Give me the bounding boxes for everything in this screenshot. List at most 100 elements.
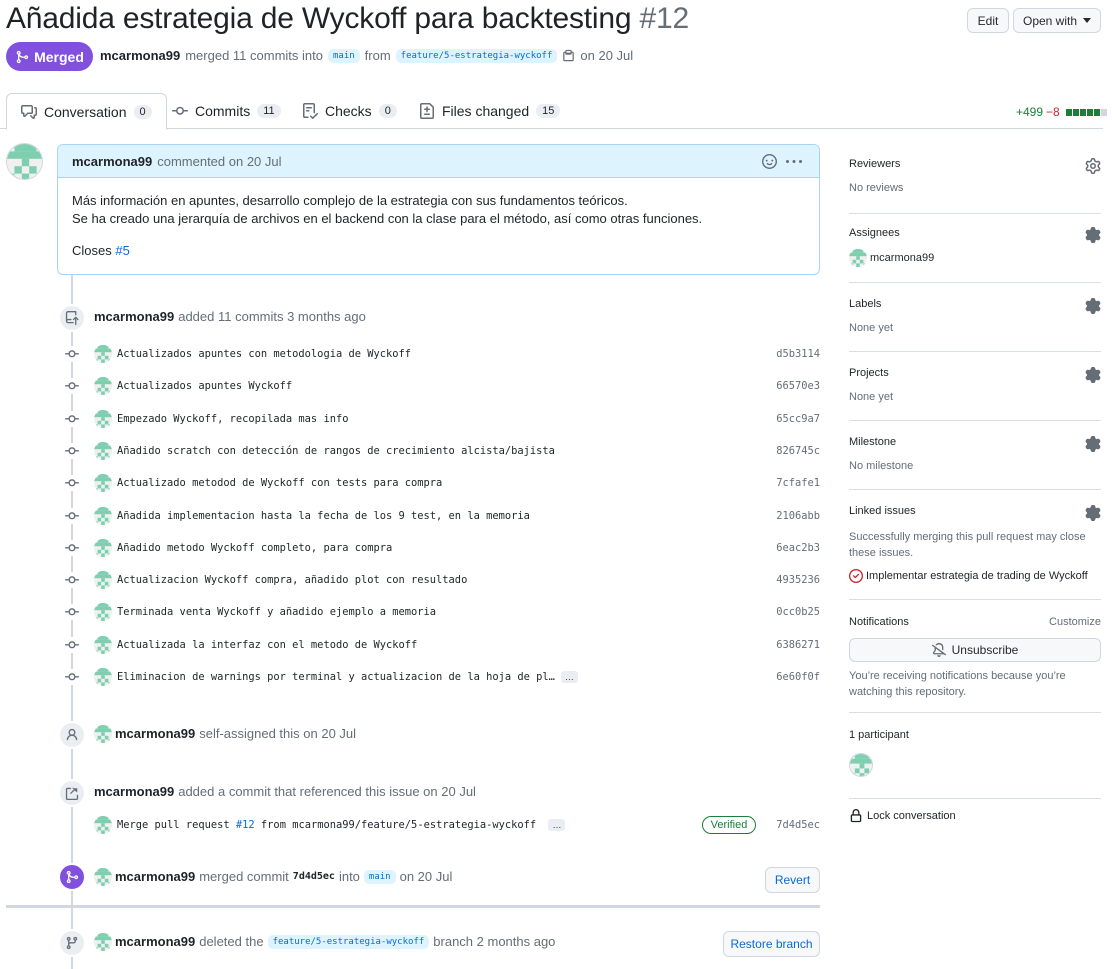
commit-sha[interactable]: 7d4d5ec	[776, 819, 820, 831]
commit-message[interactable]: Merge pull request #12 from mcarmona99/f…	[117, 819, 566, 831]
comment-meta[interactable]: commented on 20 Jul	[157, 154, 281, 169]
expand-commit-button[interactable]: …	[560, 671, 578, 683]
tab-commits[interactable]: Commits 11	[158, 93, 295, 129]
comment-author[interactable]: mcarmona99	[72, 154, 152, 169]
avatar[interactable]	[94, 868, 112, 886]
gear-icon[interactable]	[1085, 298, 1101, 314]
assignees-title[interactable]: Assignees	[849, 227, 900, 239]
milestone-value: No milestone	[849, 460, 914, 472]
event-author[interactable]: mcarmona99	[115, 869, 195, 884]
revert-button[interactable]: Revert	[765, 867, 820, 893]
cross-reference-icon	[58, 779, 86, 807]
linked-issue-item[interactable]: Implementar estrategia de trading de Wyc…	[849, 569, 1088, 583]
commit-message[interactable]: Añadido scratch con detección de rangos …	[117, 445, 555, 457]
comment-body: Más información en apuntes, desarrollo c…	[58, 178, 819, 274]
commit-message[interactable]: Actualizada la interfaz con el metodo de…	[117, 639, 417, 651]
avatar[interactable]	[94, 538, 112, 557]
commit-sha[interactable]: 7cfafe1	[776, 477, 820, 489]
open-with-button[interactable]: Open with	[1013, 8, 1101, 33]
avatar[interactable]	[94, 506, 112, 525]
base-branch-label[interactable]: main	[327, 48, 360, 63]
avatar[interactable]	[849, 753, 873, 777]
commit-message[interactable]: Añadido metodo Wyckoff completo, para co…	[117, 542, 392, 554]
avatar[interactable]	[94, 668, 112, 686]
smiley-icon[interactable]	[762, 154, 777, 169]
commit-message[interactable]: Terminada venta Wyckoff y añadido ejempl…	[117, 606, 436, 618]
pr-link[interactable]: #12	[236, 819, 255, 831]
commit-sha[interactable]: 826745c	[776, 445, 820, 457]
assignee[interactable]: mcarmona99	[849, 249, 934, 267]
gear-icon[interactable]	[1085, 227, 1101, 243]
commit-sha[interactable]: 6e60f0f	[776, 671, 820, 683]
closes-issue-link[interactable]: #5	[115, 243, 129, 258]
verified-badge[interactable]: Verified	[702, 816, 756, 834]
tab-checks[interactable]: Checks 0	[288, 93, 411, 129]
commit-sha[interactable]: 0cc0b25	[776, 606, 820, 618]
commit-sha[interactable]: 6eac2b3	[776, 542, 820, 554]
avatar[interactable]	[6, 143, 43, 180]
restore-branch-button[interactable]: Restore branch	[723, 931, 820, 957]
base-branch-label[interactable]: main	[363, 869, 396, 884]
sidebar-milestone: Milestone No milestone	[849, 436, 1101, 490]
commit-message[interactable]: Eliminacion de warnings por terminal y a…	[117, 671, 578, 683]
avatar[interactable]	[94, 725, 112, 743]
commit-sha[interactable]: 65cc9a7	[776, 413, 820, 425]
diffstat-block	[1093, 108, 1100, 116]
assignee-name: mcarmona99	[870, 252, 935, 264]
reviewers-title[interactable]: Reviewers	[849, 158, 900, 170]
expand-commit-button[interactable]: …	[548, 819, 566, 831]
kebab-horizontal-icon[interactable]	[786, 154, 802, 170]
avatar[interactable]	[94, 933, 112, 951]
avatar[interactable]	[94, 345, 112, 363]
edit-button[interactable]: Edit	[967, 8, 1009, 33]
commit-icon	[64, 410, 80, 427]
linked-issues-title[interactable]: Linked issues	[849, 505, 916, 517]
commit-message[interactable]: Empezado Wyckoff, recopilada mas info	[117, 413, 348, 425]
commit-message[interactable]: Actualizados apuntes con metodologia de …	[117, 348, 411, 360]
gear-icon[interactable]	[1085, 158, 1101, 174]
commit-sha[interactable]: d5b3114	[776, 348, 820, 360]
avatar[interactable]	[94, 816, 112, 834]
milestone-title[interactable]: Milestone	[849, 436, 896, 448]
labels-title[interactable]: Labels	[849, 298, 881, 310]
bell-slash-icon	[931, 643, 946, 657]
commit-sha[interactable]: 4935236	[776, 574, 820, 586]
event-author[interactable]: mcarmona99	[94, 784, 174, 799]
commit-message[interactable]: Actualizacion Wyckoff compra, añadido pl…	[117, 574, 467, 586]
gear-icon[interactable]	[1085, 505, 1101, 521]
avatar[interactable]	[94, 474, 112, 493]
avatar[interactable]	[94, 635, 112, 654]
gear-icon[interactable]	[1085, 367, 1101, 383]
deleted-branch-label[interactable]: feature/5-estrategia-wyckoff	[267, 934, 430, 949]
head-branch-label[interactable]: feature/5-estrategia-wyckoff	[395, 48, 558, 63]
avatar[interactable]	[94, 441, 112, 460]
commit-message[interactable]: Actualizado metodod de Wyckoff con tests…	[117, 477, 442, 489]
avatar[interactable]	[94, 409, 112, 428]
event-author[interactable]: mcarmona99	[115, 726, 195, 741]
event-author[interactable]: mcarmona99	[115, 934, 195, 949]
commit-sha[interactable]: 66570e3	[776, 380, 820, 392]
merge-commit-sha[interactable]: 7d4d5ec	[293, 871, 335, 882]
tab-files-changed[interactable]: Files changed 15	[405, 93, 574, 129]
commit-message[interactable]: Actualizados apuntes Wyckoff	[117, 380, 292, 392]
commit-sha[interactable]: 2106abb	[776, 510, 820, 522]
commit-row: Empezado Wyckoff, recopilada mas info 65c…	[64, 408, 820, 430]
pr-author-link[interactable]: mcarmona99	[100, 48, 180, 63]
customize-link[interactable]: Customize	[1049, 616, 1101, 628]
lock-conversation-button[interactable]: Lock conversation	[849, 809, 956, 823]
avatar[interactable]	[94, 377, 112, 396]
unsubscribe-button[interactable]: Unsubscribe	[849, 638, 1101, 662]
commit-message[interactable]: Añadida implementacion hasta la fecha de…	[117, 510, 530, 522]
projects-title[interactable]: Projects	[849, 367, 889, 379]
copy-icon[interactable]	[562, 49, 575, 62]
avatar[interactable]	[94, 603, 112, 622]
event-author[interactable]: mcarmona99	[94, 309, 174, 324]
closes-line: Closes #5	[72, 242, 805, 260]
commit-sha[interactable]: 6386271	[776, 639, 820, 651]
tab-checks-count: 0	[378, 104, 397, 118]
tab-conversation-count: 0	[133, 104, 152, 119]
tab-conversation[interactable]: Conversation 0	[6, 93, 167, 130]
commit-message-suffix: from mcarmona99/feature/5-estrategia-wyc…	[260, 819, 537, 831]
gear-icon[interactable]	[1085, 436, 1101, 452]
avatar[interactable]	[94, 571, 112, 590]
